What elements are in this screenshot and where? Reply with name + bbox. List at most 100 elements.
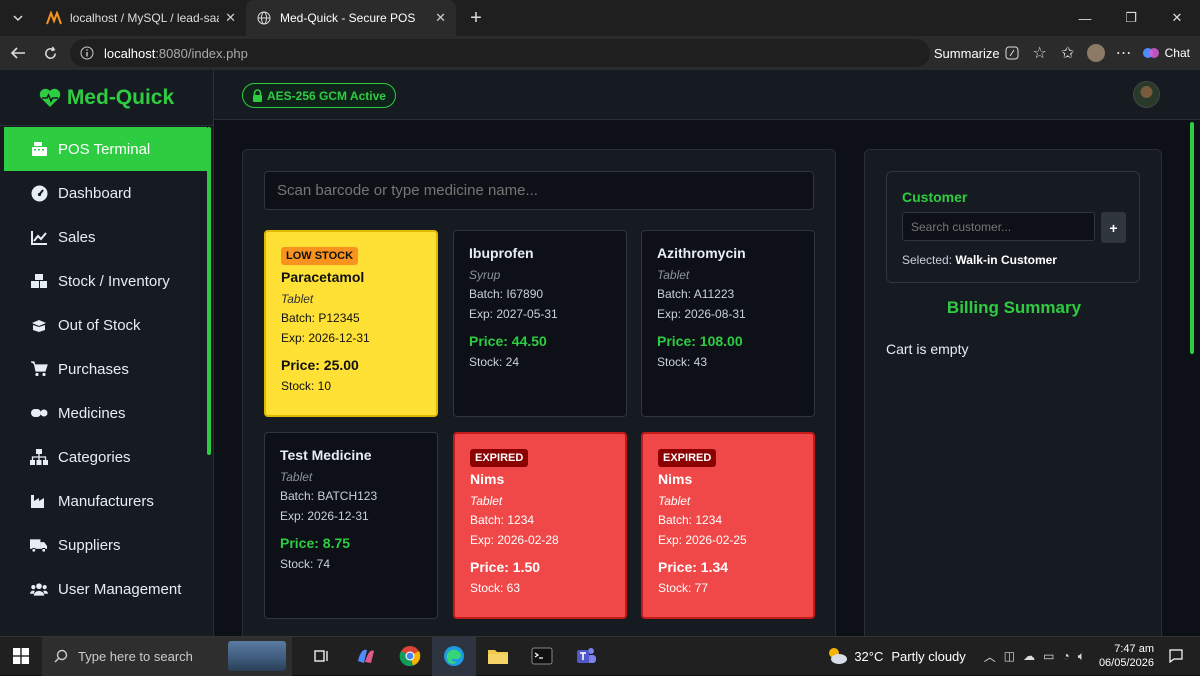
product-card[interactable]: EXPIRED Nims Tablet Batch: 1234 Exp: 202… — [641, 432, 815, 619]
url-field[interactable]: localhost:8080/index.php — [70, 39, 930, 67]
summarize-icon — [1005, 46, 1019, 60]
product-name: Azithromycin — [657, 245, 746, 261]
chart-line-icon — [30, 228, 48, 246]
product-card[interactable]: EXPIRED Nims Tablet Batch: 1234 Exp: 202… — [453, 432, 627, 619]
system-tray: 32°C Partly cloudy ︿ ◫ ☁ ▭ ◔ 🔈︎ 7:47 am … — [826, 637, 1200, 676]
taskbar-search[interactable]: Type here to search — [42, 636, 292, 676]
tab-list-button[interactable] — [4, 4, 32, 32]
product-name: Test Medicine — [280, 447, 372, 463]
product-price: Price: 108.00 — [657, 333, 743, 349]
lock-icon — [253, 89, 262, 102]
sidebar-item-purchases[interactable]: Purchases — [4, 347, 207, 391]
battery-icon[interactable]: ▭ — [1043, 649, 1054, 663]
phpmyadmin-icon — [46, 10, 62, 26]
chrome-icon[interactable] — [388, 637, 432, 676]
restore-icon[interactable]: ❐ — [1108, 0, 1154, 36]
user-avatar[interactable] — [1133, 81, 1160, 108]
back-button[interactable] — [4, 39, 32, 67]
summarize-label: Summarize — [933, 45, 1000, 61]
search-icon — [54, 649, 68, 663]
favorite-star-icon[interactable]: ☆ — [1026, 39, 1054, 67]
summarize-button[interactable]: Summarize — [934, 45, 1020, 61]
customer-search-input[interactable] — [902, 212, 1095, 241]
sidebar-item-label: Manufacturers — [58, 492, 154, 510]
product-expiry: Exp: 2026-12-31 — [280, 509, 369, 523]
product-type: Tablet — [657, 268, 690, 282]
product-batch: Batch: A11223 — [657, 287, 735, 301]
sidebar-item-stock-inventory[interactable]: Stock / Inventory — [4, 259, 207, 303]
refresh-button[interactable] — [36, 39, 64, 67]
chat-label: Chat — [1164, 46, 1190, 60]
selected-prefix: Selected: — [902, 253, 953, 267]
sidebar-item-sales[interactable]: Sales — [4, 215, 207, 259]
weather-text: Partly cloudy — [891, 648, 966, 664]
clock[interactable]: 7:47 am 06/05/2026 — [1099, 642, 1154, 670]
brand-logo[interactable]: Med-Quick — [0, 70, 213, 126]
start-button[interactable] — [0, 637, 42, 676]
medicine-search-input[interactable] — [264, 171, 814, 210]
volume-icon[interactable]: 🔈︎ — [1078, 649, 1085, 664]
product-name: Ibuprofen — [469, 245, 534, 261]
users-icon — [30, 580, 48, 598]
product-batch: Batch: BATCH123 — [280, 489, 378, 503]
task-view-icon[interactable] — [300, 637, 344, 676]
sidebar-item-categories[interactable]: Categories — [4, 435, 207, 479]
main-scrollbar[interactable] — [1190, 122, 1194, 354]
tab-med-quick[interactable]: Med-Quick - Secure POS ✕ — [246, 0, 456, 36]
add-customer-button[interactable]: + — [1101, 212, 1126, 243]
terminal-icon[interactable] — [520, 637, 564, 676]
sidebar-item-label: Medicines — [58, 404, 126, 422]
notification-icon[interactable] — [1166, 649, 1186, 663]
window-controls: — ❐ ✕ — [1062, 0, 1200, 36]
product-card[interactable]: LOW STOCK Paracetamol Tablet Batch: P123… — [264, 230, 438, 417]
product-stock: Stock: 74 — [280, 557, 331, 571]
favorites-icon[interactable]: ✩ — [1054, 39, 1082, 67]
chevron-up-icon[interactable]: ︿ — [984, 648, 996, 665]
copilot-chat-button[interactable]: Chat — [1142, 44, 1190, 62]
sidebar-item-user-management[interactable]: User Management — [4, 567, 207, 611]
file-explorer-icon[interactable] — [476, 637, 520, 676]
product-card[interactable]: Ibuprofen Syrup Batch: I67890 Exp: 2027-… — [453, 230, 627, 417]
sidebar-item-suppliers[interactable]: Suppliers — [4, 523, 207, 567]
minimize-icon[interactable]: — — [1062, 0, 1108, 36]
sidebar-item-label: Suppliers — [58, 536, 121, 554]
info-icon[interactable] — [80, 46, 94, 60]
sidebar-item-dashboard[interactable]: Dashboard — [4, 171, 207, 215]
product-panel: LOW STOCK Paracetamol Tablet Batch: P123… — [242, 149, 836, 636]
cloud-icon[interactable]: ☁ — [1023, 649, 1035, 663]
product-price: Price: 44.50 — [469, 333, 547, 349]
sidebar-item-manufacturers[interactable]: Manufacturers — [4, 479, 207, 523]
low-stock-badge: LOW STOCK — [281, 247, 359, 265]
edge-icon[interactable] — [432, 636, 476, 676]
clock-date: 06/05/2026 — [1098, 657, 1154, 669]
wifi-icon[interactable]: ◔ — [1062, 649, 1069, 663]
close-icon[interactable]: ✕ — [435, 10, 446, 26]
more-icon[interactable]: ⋯ — [1110, 39, 1138, 67]
security-badge-label: AES-256 GCM Active — [267, 88, 386, 103]
sidebar-item-medicines[interactable]: Medicines — [4, 391, 207, 435]
sidebar-item-pos-terminal[interactable]: POS Terminal — [4, 127, 207, 171]
copilot-app-icon[interactable] — [344, 637, 388, 676]
sidebar-item-out-of-stock[interactable]: Out of Stock — [4, 303, 207, 347]
tab-phpmyadmin[interactable]: localhost / MySQL / lead-saas / lea ✕ — [36, 0, 246, 36]
close-window-icon[interactable]: ✕ — [1154, 0, 1200, 36]
new-tab-button[interactable]: + — [462, 4, 490, 32]
product-batch: Batch: I67890 — [469, 287, 544, 301]
truck-icon — [30, 536, 48, 554]
meet-icon[interactable]: ◫ — [1004, 649, 1015, 663]
security-badge: AES-256 GCM Active — [242, 83, 396, 108]
product-card[interactable]: Test Medicine Tablet Batch: BATCH123 Exp… — [264, 432, 438, 619]
weather-widget[interactable]: 32°C Partly cloudy — [826, 646, 966, 666]
profile-avatar[interactable] — [1082, 39, 1110, 67]
product-expiry: Exp: 2026-12-31 — [281, 331, 370, 345]
search-highlight-image — [228, 640, 286, 671]
teams-icon[interactable] — [564, 637, 608, 676]
sidebar-item-label: Out of Stock — [58, 316, 141, 334]
close-icon[interactable]: ✕ — [225, 10, 236, 26]
industry-icon — [30, 492, 48, 510]
selected-customer-name: Walk-in Customer — [955, 253, 1057, 267]
sidebar-scrollbar[interactable] — [207, 127, 211, 455]
sidebar-item-label: Dashboard — [58, 184, 132, 202]
product-card[interactable]: Azithromycin Tablet Batch: A11223 Exp: 2… — [641, 230, 815, 417]
product-type: Tablet — [281, 292, 314, 306]
